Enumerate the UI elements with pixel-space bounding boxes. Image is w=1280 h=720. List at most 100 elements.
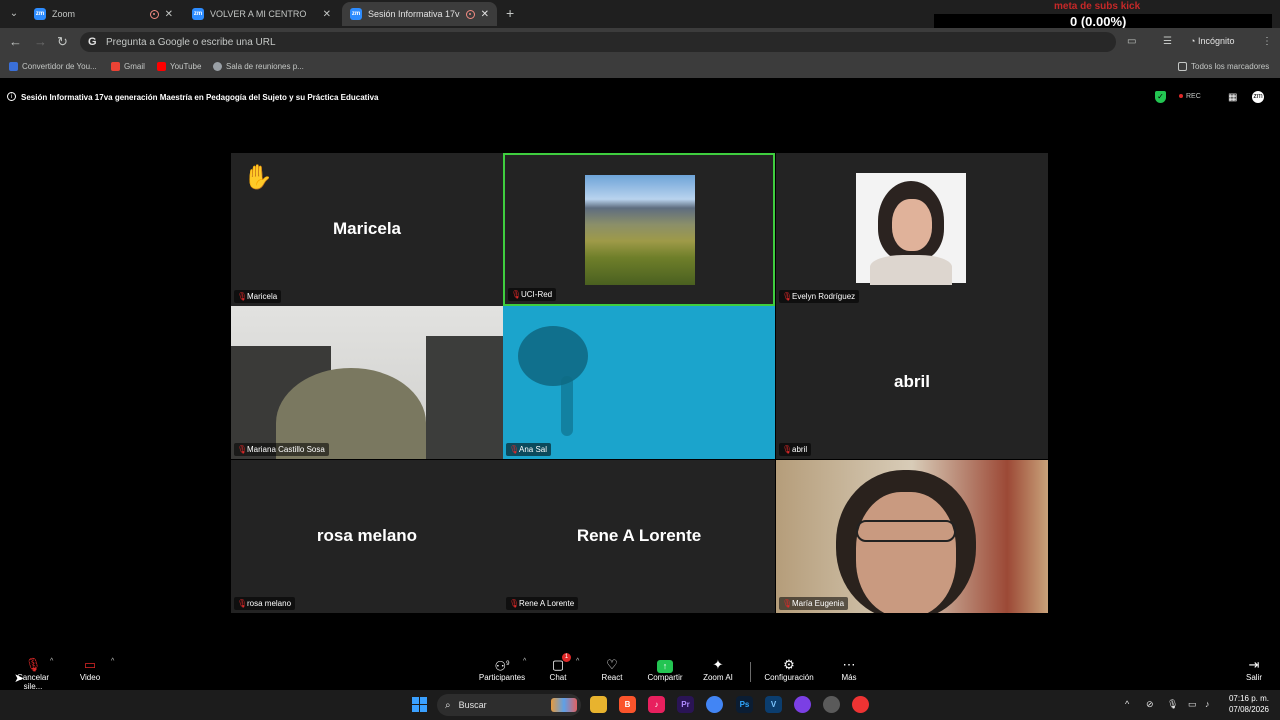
video-button[interactable]: ▭ Video: [75, 656, 105, 682]
windows-taskbar: ⌕ Buscar B ♪ Pr Ps V ^ ⊘ 🎙 ▭ ♪ 07:16 p. …: [0, 690, 1280, 720]
app-icon[interactable]: [823, 696, 840, 713]
video-tile-rene[interactable]: Rene A Lorente 🎙 Rene A Lorente: [503, 460, 775, 613]
tiktok-icon[interactable]: ♪: [648, 696, 665, 713]
address-bar[interactable]: G Pregunta a Google o escribe una URL: [80, 32, 1116, 52]
video-tile-uci-red[interactable]: 🎙 UCI-Red: [503, 153, 775, 306]
display-icon[interactable]: ▭: [1188, 699, 1197, 710]
windows-start-icon[interactable]: [412, 697, 427, 712]
taskbar-search[interactable]: ⌕ Buscar: [437, 694, 581, 716]
file-explorer-icon[interactable]: [590, 696, 607, 713]
leave-icon: ⇥: [1248, 657, 1260, 672]
recorder-icon[interactable]: [852, 696, 869, 713]
participant-name: UCI-Red: [521, 290, 553, 299]
participants-button[interactable]: ⚇9 Participantes: [478, 656, 526, 682]
zoom-menu-icon[interactable]: zm: [1252, 91, 1264, 103]
more-label: Más: [841, 673, 857, 682]
video-tile-ana-sal[interactable]: 🎙 Ana Sal: [503, 306, 775, 459]
recording-icon: [465, 9, 475, 19]
participant-name: Evelyn Rodríguez: [792, 292, 856, 301]
folder-icon: [1178, 62, 1187, 71]
audio-options-caret-icon[interactable]: ^: [50, 658, 53, 665]
tab-volver[interactable]: zm VOLVER A MI CENTRO ✕: [184, 2, 339, 26]
search-icon: ⌕: [445, 699, 451, 711]
participant-name: Mariana Castillo Sosa: [247, 445, 325, 454]
share-button[interactable]: ↑ Compartir: [646, 656, 684, 682]
chat-label: Chat: [549, 673, 567, 682]
share-screen-icon: ↑: [657, 660, 673, 673]
chat-caret-icon[interactable]: ^: [576, 658, 579, 665]
close-tab-icon[interactable]: ✕: [481, 9, 489, 20]
leave-button[interactable]: ⇥ Salir: [1243, 656, 1265, 682]
nameplate: 🎙 María Eugenia: [779, 597, 849, 610]
tab-search-button[interactable]: ⌄: [6, 6, 22, 22]
info-icon[interactable]: i: [7, 92, 16, 101]
youtube-icon: [157, 62, 166, 71]
bookmarks-bar: Convertidor de You... Gmail YouTube Sala…: [0, 56, 1280, 78]
tab-sesion[interactable]: zm Sesión Informativa 17va ge ✕: [342, 2, 497, 26]
gallery-view-icon[interactable]: ▦: [1228, 92, 1237, 103]
react-button[interactable]: ♡ React: [598, 656, 626, 682]
photoshop-icon[interactable]: Ps: [736, 696, 753, 713]
mic-muted-icon: 🎙: [237, 599, 248, 608]
bookmark-gmail[interactable]: Gmail: [111, 62, 145, 71]
security-shield-icon[interactable]: ✓: [1155, 91, 1166, 103]
close-tab-icon[interactable]: ✕: [165, 9, 173, 20]
video-options-caret-icon[interactable]: ^: [111, 658, 114, 665]
obs-icon[interactable]: [794, 696, 811, 713]
forward-icon[interactable]: →: [34, 34, 47, 49]
volume-icon[interactable]: ♪: [1205, 699, 1210, 709]
video-tile-rosa[interactable]: rosa melano 🎙 rosa melano: [231, 460, 503, 613]
brave-icon[interactable]: B: [619, 696, 636, 713]
more-button[interactable]: ⋯ Más: [838, 656, 860, 682]
all-bookmarks-label: Todos los marcadores: [1191, 62, 1270, 71]
participant-name: Maricela: [247, 292, 278, 301]
close-tab-icon[interactable]: ✕: [323, 9, 331, 20]
incognito-indicator[interactable]: ◔ Incógnito: [1190, 36, 1234, 46]
reload-icon[interactable]: ↻: [57, 34, 68, 50]
video-tile-maricela[interactable]: ✋ Maricela 🎙 Maricela: [231, 153, 503, 306]
nameplate: 🎙 abril: [779, 443, 812, 456]
video-tile-mariana[interactable]: 🎙 Mariana Castillo Sosa: [231, 306, 503, 459]
participant-big-name: rosa melano: [316, 526, 418, 545]
reader-icon[interactable]: ▭: [1127, 36, 1136, 47]
bookmark-label: Convertidor de You...: [22, 62, 97, 71]
tab-zoom[interactable]: zm Zoom ✕: [26, 2, 181, 26]
video-tile-abril[interactable]: abril 🎙 abril: [776, 306, 1048, 459]
mic-muted-icon: 🎙: [509, 599, 520, 608]
video-tile-maria-eugenia[interactable]: 🎙 María Eugenia: [776, 460, 1048, 613]
bookmark-youtube[interactable]: YouTube: [157, 62, 201, 71]
zoom-ai-button[interactable]: ✦ Zoom AI: [701, 656, 735, 682]
bookmark-label: Gmail: [124, 62, 145, 71]
tab-title: Sesión Informativa 17va ge: [368, 9, 460, 19]
gmail-icon: [111, 62, 120, 71]
bookmark-label: YouTube: [170, 62, 202, 71]
tray-expand-icon[interactable]: ^: [1125, 699, 1129, 709]
new-tab-button[interactable]: +: [506, 5, 514, 21]
overlay-value: 0 (0.00%): [1070, 14, 1127, 29]
bookmark-convertidor[interactable]: Convertidor de You...: [9, 62, 97, 71]
settings-button[interactable]: ⚙ Configuración: [763, 656, 815, 682]
tab-search-icon[interactable]: ☰: [1163, 36, 1172, 47]
back-icon[interactable]: ←: [9, 34, 22, 49]
mic-muted-icon: 🎙: [509, 445, 520, 454]
meeting-controls: 🎙 Cancelar sile... ^ ▭ Video ^ ⚇9 Partic…: [0, 650, 1280, 691]
taskbar-clock[interactable]: 07:16 p. m. 07/08/2026: [1227, 693, 1269, 715]
bookmark-icon: [9, 62, 18, 71]
vegas-icon[interactable]: V: [765, 696, 782, 713]
participants-caret-icon[interactable]: ^: [523, 658, 526, 665]
network-off-icon[interactable]: ⊘: [1146, 699, 1154, 710]
video-tile-evelyn[interactable]: 🎙 Evelyn Rodríguez: [776, 153, 1048, 306]
premiere-icon[interactable]: Pr: [677, 696, 694, 713]
clock-date: 07/08/2026: [1228, 705, 1269, 714]
mic-muted-icon: 🎙: [237, 445, 248, 454]
browser-toolbar: ← → ↻ G Pregunta a Google o escribe una …: [0, 28, 1280, 56]
settings-label: Configuración: [764, 673, 814, 682]
tab-title: Zoom: [52, 9, 76, 19]
microphone-icon[interactable]: 🎙: [1167, 699, 1178, 710]
bookmark-sala[interactable]: Sala de reuniones p...: [213, 62, 304, 71]
video-off-icon: ▭: [83, 657, 97, 672]
chrome-icon[interactable]: [706, 696, 723, 713]
menu-icon[interactable]: ⋮: [1262, 36, 1272, 47]
participant-name: abril: [792, 445, 808, 454]
all-bookmarks[interactable]: Todos los marcadores: [1178, 62, 1269, 71]
